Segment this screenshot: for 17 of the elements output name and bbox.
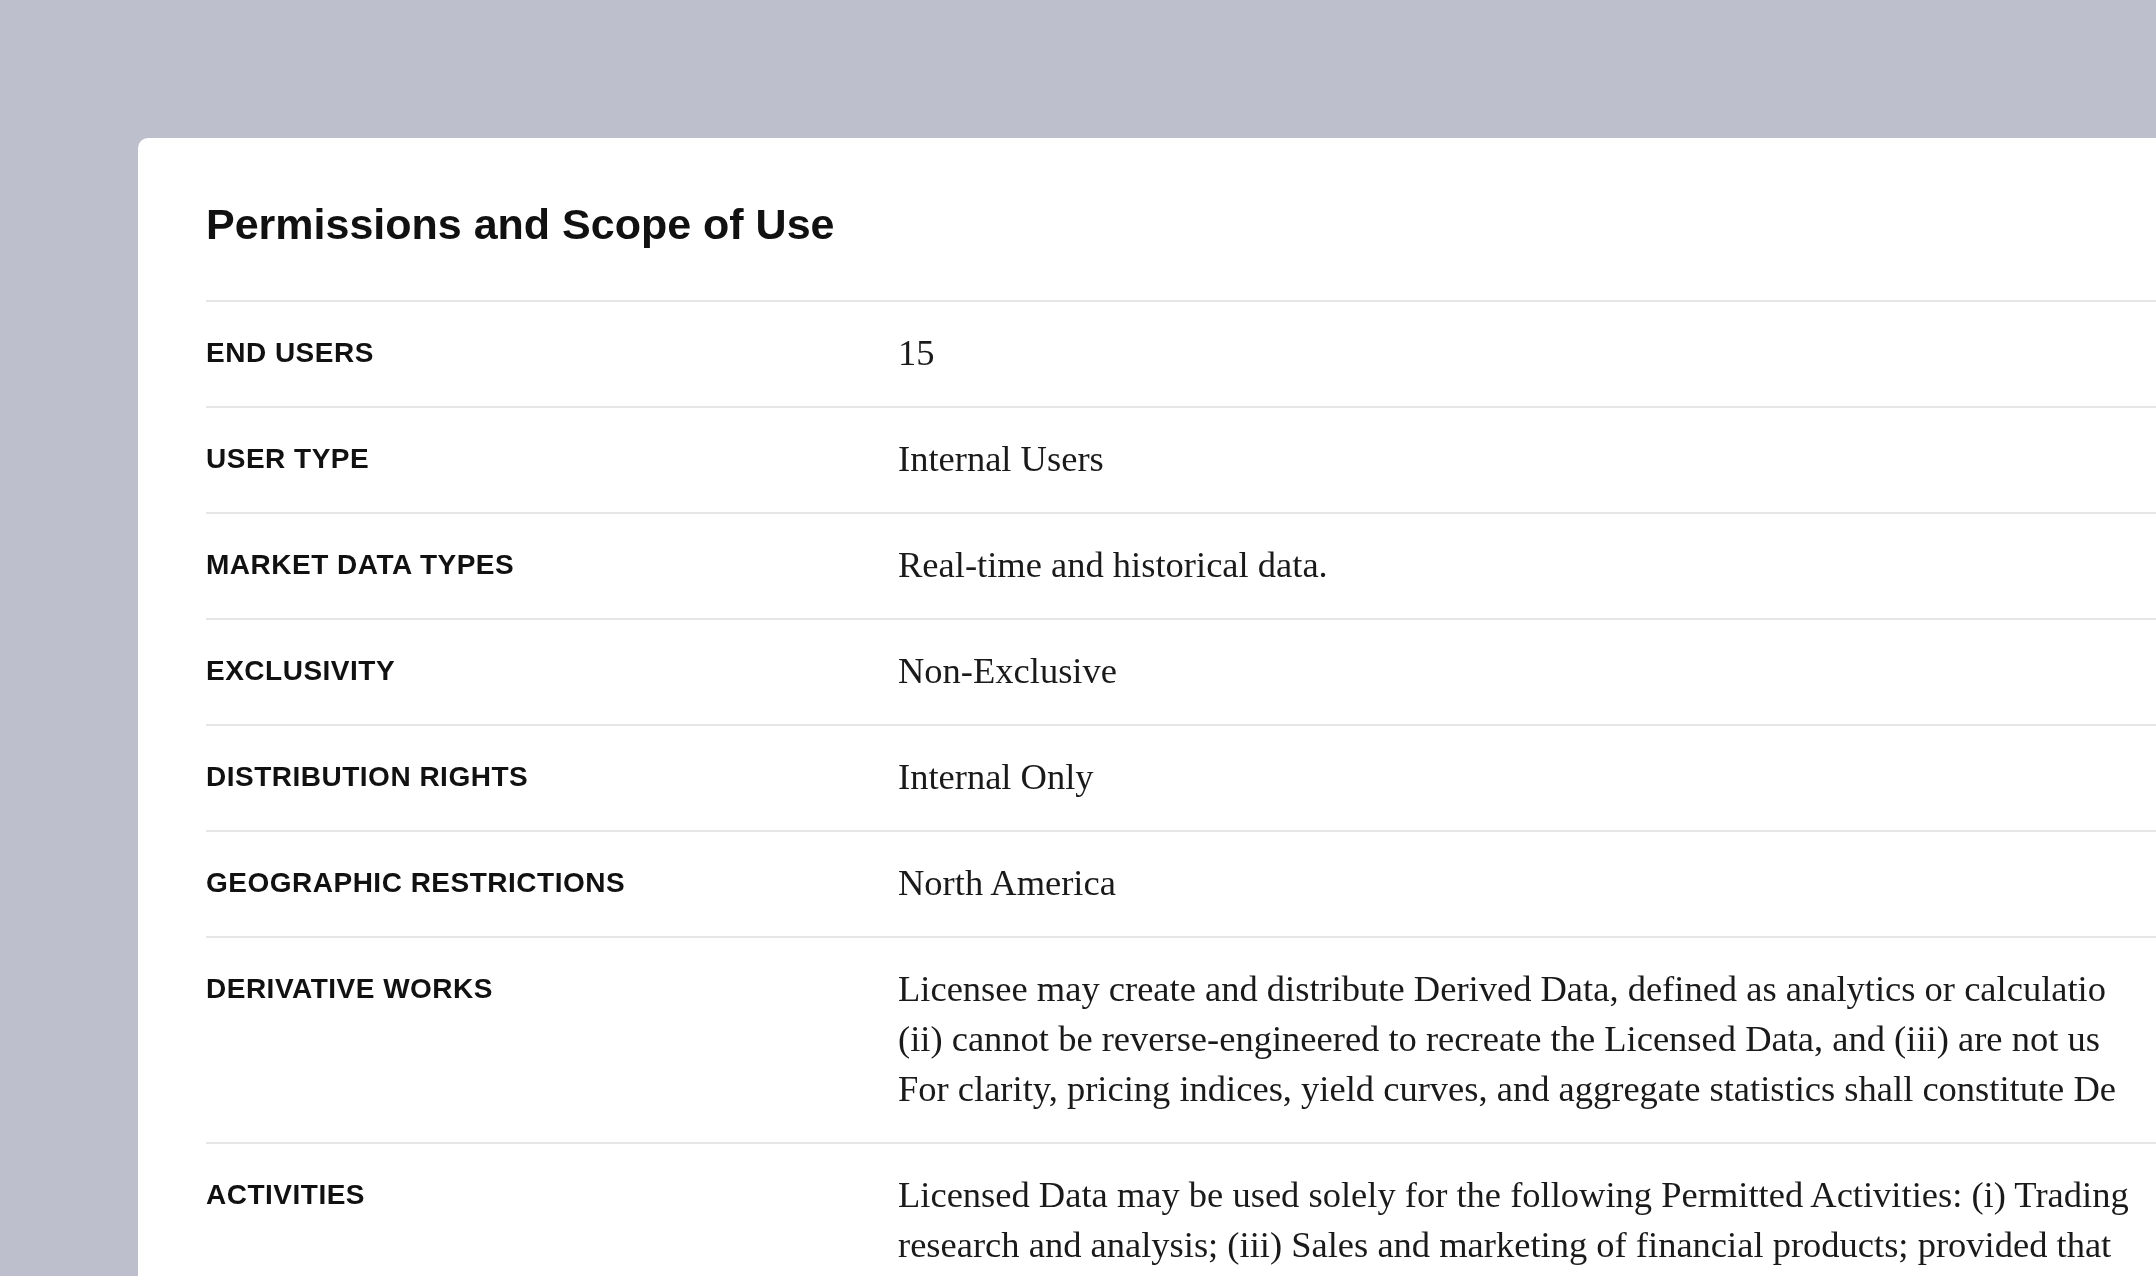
field-label: DERIVATIVE WORKS <box>206 972 494 1006</box>
field-value: North America <box>898 861 1117 905</box>
field-value: Real-time and historical data. <box>898 543 1329 587</box>
field-label: USER TYPE <box>206 442 371 476</box>
field-label: END USERS <box>206 336 375 370</box>
field-value: Internal Users <box>898 437 1105 481</box>
field-label: MARKET DATA TYPES <box>206 548 516 582</box>
field-label: DISTRIBUTION RIGHTS <box>206 760 530 794</box>
field-value: Non-Exclusive <box>898 649 1118 693</box>
field-value: Licensee may create and distribute Derived Data, defined as analytics or calculatio (ii) cannot be reverse-engineered to recreate the Licensed Data, and (iii) are not us For clarity, pricing indices, yield curves, and aggregate statistics shall constitute De <box>898 967 2117 1111</box>
field-label: EXCLUSIVITY <box>206 654 397 688</box>
field-label: GEOGRAPHIC RESTRICTIONS <box>206 866 627 900</box>
field-value: 15 <box>898 331 936 375</box>
field-value: Internal Only <box>898 755 1095 799</box>
field-label: ACTIVITIES <box>206 1178 366 1212</box>
section-title: Permissions and Scope of Use <box>206 199 836 250</box>
field-value: Licensed Data may be used solely for the following Permitted Activities: (i) Trading research and analysis; (iii) Sales and marketing of financial products; provided that <box>898 1173 2130 1267</box>
